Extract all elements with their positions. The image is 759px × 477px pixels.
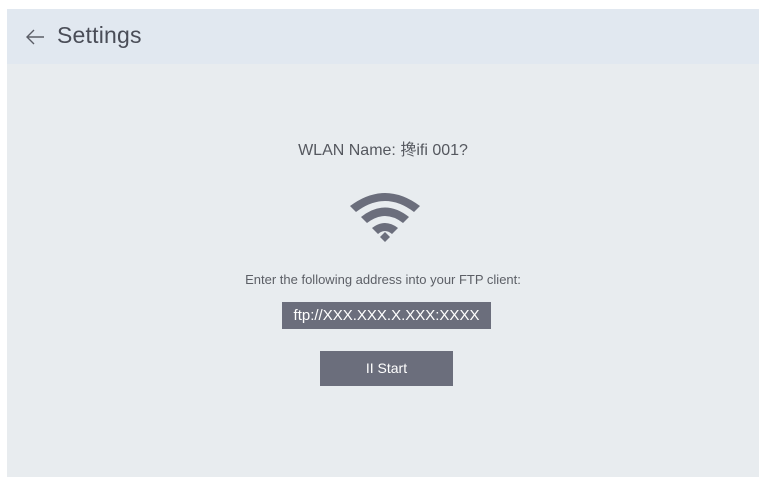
page-title: Settings	[57, 22, 142, 48]
ftp-instruction-text: Enter the following address into your FT…	[245, 272, 521, 287]
arrow-left-icon	[26, 29, 44, 45]
main-content: WLAN Name: 搀ifi 001? Enter the following…	[7, 64, 759, 477]
ftp-address-field: ftp://XXX.XXX.X.XXX:XXXX	[282, 302, 491, 329]
wlan-name-label: WLAN Name: 搀ifi 001?	[298, 142, 468, 159]
wifi-icon	[350, 193, 420, 242]
back-button[interactable]	[25, 26, 47, 48]
settings-screen: Settings WLAN Name: 搀ifi 001? Enter the …	[7, 9, 759, 477]
header-bar: Settings	[7, 9, 759, 64]
start-button[interactable]: II Start	[320, 351, 453, 386]
